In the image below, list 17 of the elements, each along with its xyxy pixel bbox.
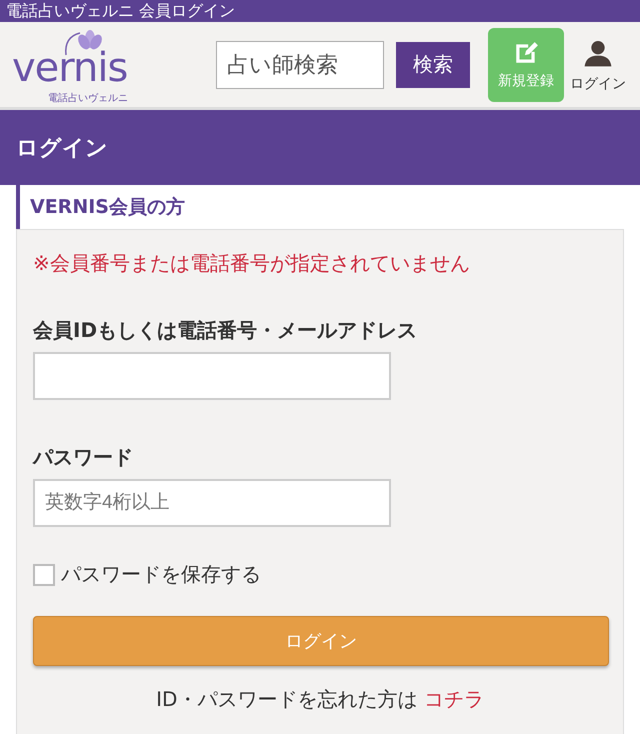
field-label: 会員IDもしくは電話番号・メールアドレス [33, 317, 418, 344]
page-title: ログイン [16, 134, 108, 162]
checkbox[interactable] [33, 564, 55, 586]
checkbox-label[interactable]: パスワードを保存する [61, 561, 261, 588]
input-field[interactable]: 英数字4桁以上 [33, 479, 391, 527]
login-link[interactable]: ログイン [570, 36, 626, 92]
logo-wordmark: vernis [12, 44, 128, 90]
logo-tagline: 電話占いヴェルニ [48, 92, 128, 104]
logo[interactable]: vernis 電話占いヴェルニ [12, 22, 142, 106]
window-title: 電話占いヴェルニ 会員ログイン [6, 1, 236, 20]
search-field[interactable]: 占い師検索 [216, 40, 384, 88]
forgot-text: ID・パスワードを忘れた方は [156, 687, 418, 711]
error-message: ※会員番号または電話番号が指定されていません [33, 250, 471, 277]
field-label: パスワード [33, 444, 134, 471]
input-field[interactable] [33, 352, 391, 400]
forgot-link[interactable]: コチラ [424, 687, 484, 711]
search-button[interactable]: 検索 [396, 42, 470, 88]
